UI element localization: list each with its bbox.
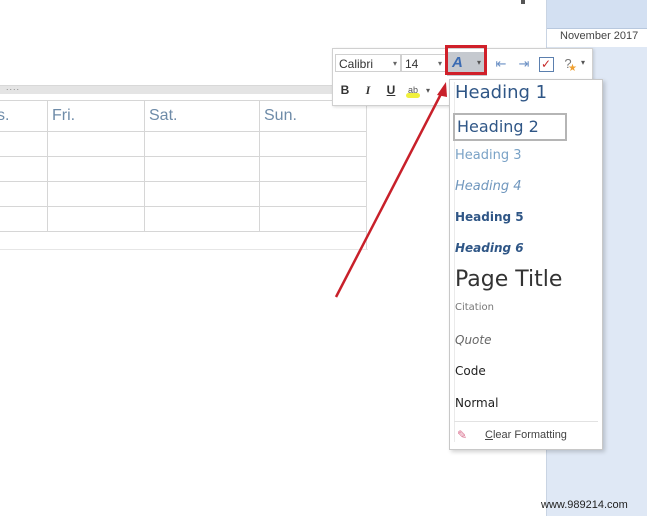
highlight-dropdown-arrow[interactable]: ▾ (426, 86, 430, 95)
table-cell[interactable] (259, 156, 367, 182)
style-heading-1[interactable]: Heading 1 (455, 82, 595, 103)
star-icon: ★ (568, 63, 577, 74)
highlight-button[interactable]: ab (404, 81, 422, 99)
table-cell[interactable] (259, 181, 367, 207)
toolbar-row-2: B I U ab ▾ (333, 78, 448, 100)
chevron-down-icon: ▾ (437, 59, 442, 68)
underline-button[interactable]: U (382, 81, 400, 99)
styles-dropdown-menu: Heading 1 Heading 2 Heading 3 Heading 4 … (449, 79, 603, 450)
menu-divider (454, 421, 598, 422)
table-cell[interactable] (47, 131, 145, 157)
table-cell[interactable] (144, 181, 260, 207)
clear-formatting-accel: C (485, 429, 493, 441)
decrease-indent-button[interactable]: ⇤ (491, 54, 511, 74)
annotation-highlight-box (445, 45, 487, 75)
style-heading-6[interactable]: Heading 6 (455, 241, 595, 255)
table-cell[interactable] (144, 156, 260, 182)
clear-formatting-item[interactable]: ✎ Clear Formatting (455, 428, 595, 444)
style-heading-5[interactable]: Heading 5 (455, 210, 595, 224)
table-cell[interactable] (259, 206, 367, 232)
tags-dropdown-arrow[interactable]: ▾ (581, 58, 585, 67)
table-row (0, 181, 367, 207)
page-tab-selected[interactable] (547, 0, 647, 29)
style-page-title[interactable]: Page Title (455, 267, 595, 292)
header-sat[interactable]: Sat. (144, 100, 260, 132)
cursor-mark (521, 0, 525, 4)
bold-button[interactable]: B (336, 81, 354, 99)
clear-formatting-label: Clear Formatting (485, 429, 567, 441)
eraser-icon: ✎ (457, 428, 468, 442)
style-code[interactable]: Code (455, 364, 595, 378)
table-cell[interactable] (144, 206, 260, 232)
italic-button[interactable]: I (359, 81, 377, 99)
table-cell[interactable] (47, 181, 145, 207)
tag-button[interactable]: ? ★ (558, 54, 578, 74)
table-cell[interactable] (0, 206, 48, 232)
decrease-indent-icon: ⇤ (495, 56, 507, 71)
style-heading-3[interactable]: Heading 3 (455, 148, 595, 163)
table-row (0, 206, 367, 232)
header-fri[interactable]: Fri. (47, 100, 145, 132)
note-container-edge (366, 93, 367, 250)
font-name-dropdown[interactable]: Calibri ▾ (335, 54, 401, 72)
header-thu[interactable]: s. (0, 100, 48, 132)
style-quote[interactable]: Quote (455, 333, 595, 347)
highlight-color-bar (406, 93, 420, 98)
style-heading-2[interactable]: Heading 2 (453, 113, 567, 141)
table-cell[interactable] (47, 156, 145, 182)
table-header-row: s. Fri. Sat. Sun. (0, 100, 367, 132)
font-size-value: 14 (405, 57, 419, 71)
watermark-text: www.989214.com (541, 499, 628, 511)
clear-formatting-rest: lear Formatting (492, 429, 567, 441)
chevron-down-icon: ▾ (392, 59, 397, 68)
table-cell[interactable] (0, 131, 48, 157)
table-move-handle-bar[interactable]: .... (0, 82, 368, 94)
font-size-dropdown[interactable]: 14 ▾ (401, 54, 446, 72)
checkbox-icon: ✓ (538, 57, 554, 72)
style-normal[interactable]: Normal (455, 396, 595, 410)
table-cell[interactable] (47, 206, 145, 232)
table-row (0, 131, 367, 157)
table-row (0, 156, 367, 182)
table-cell[interactable] (0, 181, 48, 207)
increase-indent-button[interactable]: ⇥ (514, 54, 534, 74)
table-handle-dots[interactable]: .... (6, 82, 20, 92)
font-name-value: Calibri (339, 57, 374, 71)
style-heading-4[interactable]: Heading 4 (455, 179, 595, 194)
page-date: November 2017 (560, 30, 639, 42)
style-citation[interactable]: Citation (455, 302, 595, 313)
table-cell[interactable] (144, 131, 260, 157)
todo-tag-button[interactable]: ✓ (536, 54, 556, 74)
note-container-bottom (0, 249, 368, 250)
increase-indent-icon: ⇥ (518, 56, 530, 71)
table-cell[interactable] (0, 156, 48, 182)
calendar-table: s. Fri. Sat. Sun. (0, 100, 367, 232)
table-cell[interactable] (259, 131, 367, 157)
